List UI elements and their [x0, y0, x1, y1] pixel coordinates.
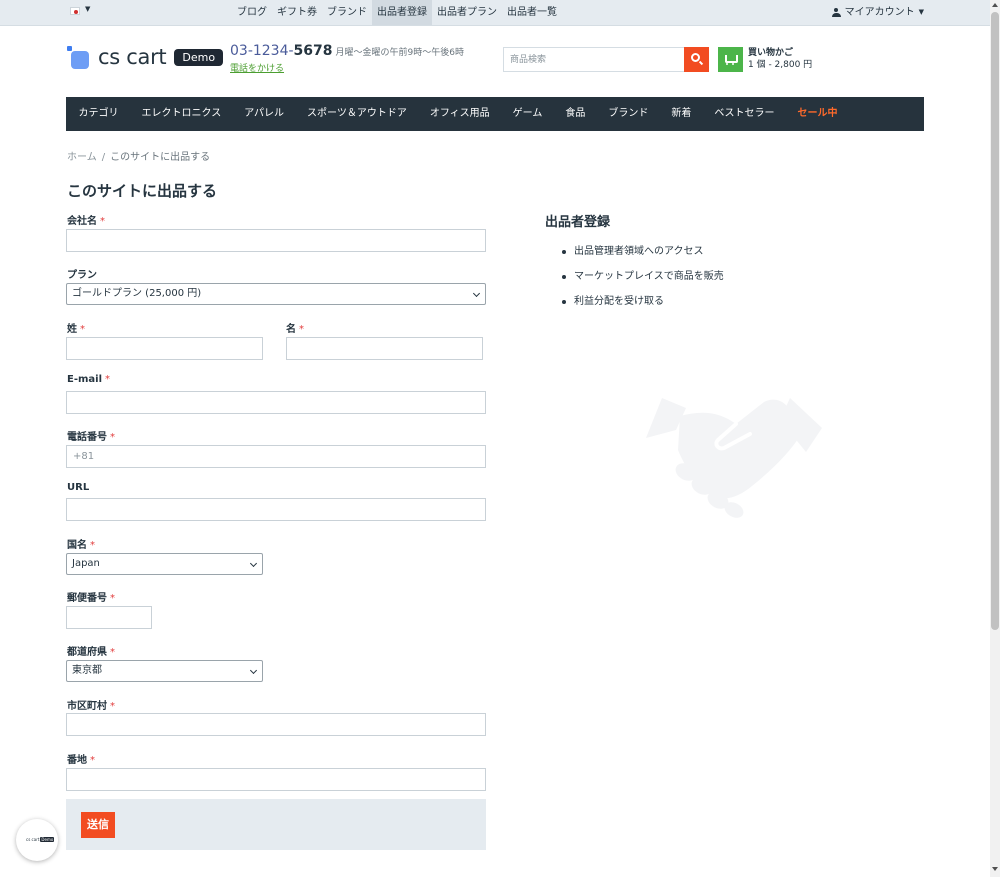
demo-badge: Demo [174, 48, 224, 66]
product-search [503, 47, 709, 72]
scroll-up-arrow-icon[interactable] [992, 3, 998, 7]
main-nav: カテゴリ エレクトロニクス アパレル スポーツ＆アウトドア オフィス用品 ゲーム… [66, 97, 924, 131]
submit-bar: 送信 [66, 799, 486, 850]
phone-label: 電話番号 * [67, 432, 115, 443]
my-account-label: マイアカウント [844, 7, 915, 18]
cart-widget[interactable]: 買い物かご 1 個 - 2,800 円 [718, 47, 812, 72]
plan-selected-value: ゴールドプラン (25,000 円) [72, 288, 202, 299]
lastname-label: 姓 * [67, 324, 85, 335]
breadcrumb-separator: / [101, 152, 106, 163]
search-button[interactable] [684, 47, 709, 72]
chevron-down-icon [249, 666, 258, 675]
top-nav-vendor-signup[interactable]: 出品者登録 [372, 0, 432, 25]
main-nav-sale[interactable]: セール中 [786, 97, 849, 131]
logo-text: cs cart [98, 45, 167, 69]
main-nav-office[interactable]: オフィス用品 [418, 97, 501, 131]
email-label: E-mail * [67, 374, 111, 385]
main-nav-bestsellers[interactable]: ベストセラー [703, 97, 786, 131]
main-nav-electronics[interactable]: エレクトロニクス [130, 97, 233, 131]
benefits-list: 出品管理者領域へのアクセス マーケットプレイスで商品を販売 利益分配を受け取る [562, 245, 724, 320]
business-hours: 月曜〜金曜の午前9時〜午後6時 [335, 48, 464, 58]
url-label: URL [67, 482, 90, 493]
top-bar: ▼ ブログ ギフト券 ブランド 出品者登録 出品者プラン 出品者一覧 マイアカウ… [0, 0, 990, 26]
zip-label: 郵便番号 * [67, 593, 115, 604]
submit-button[interactable]: 送信 [81, 812, 115, 838]
address-label: 番地 * [67, 755, 95, 766]
search-input[interactable] [503, 47, 684, 72]
top-nav-brands[interactable]: ブランド [322, 0, 372, 25]
country-selected-value: Japan [72, 558, 100, 569]
scroll-thumb[interactable] [991, 12, 999, 630]
state-selected-value: 東京都 [72, 665, 102, 676]
main-nav-apparel[interactable]: アパレル [233, 97, 296, 131]
list-item: 出品管理者領域へのアクセス [562, 245, 724, 270]
cart-title: 買い物かご [748, 48, 794, 58]
address-input[interactable] [66, 768, 486, 791]
url-input[interactable] [66, 498, 486, 521]
chevron-down-icon[interactable]: ▼ [85, 5, 90, 13]
country-label: 国名 * [67, 540, 95, 551]
top-nav-vendor-plans[interactable]: 出品者プラン [432, 0, 502, 25]
main-nav-food[interactable]: 食品 [554, 97, 597, 131]
cart-total: 1 個 - 2,800 円 [748, 60, 813, 70]
email-input[interactable] [66, 391, 486, 414]
lastname-input[interactable] [66, 337, 263, 360]
main-nav-games[interactable]: ゲーム [501, 97, 554, 131]
plan-label: プラン [67, 270, 97, 281]
cart-icon[interactable] [718, 47, 743, 72]
breadcrumb-current: このサイトに出品する [110, 152, 211, 163]
breadcrumb: ホーム / このサイトに出品する [67, 148, 210, 163]
main-nav-brands[interactable]: ブランド [597, 97, 660, 131]
top-nav-vendor-list[interactable]: 出品者一覧 [502, 0, 562, 25]
call-link[interactable]: 電話をかける [230, 61, 464, 74]
city-label: 市区町村 * [67, 701, 115, 712]
breadcrumb-home[interactable]: ホーム [67, 152, 97, 163]
main-nav-new[interactable]: 新着 [660, 97, 703, 131]
top-nav: ブログ ギフト券 ブランド 出品者登録 出品者プラン 出品者一覧 [232, 0, 562, 25]
firstname-input[interactable] [286, 337, 483, 360]
phone-number: 03-1234-5678 [230, 43, 333, 59]
phone-input[interactable] [66, 445, 486, 468]
chevron-down-icon: ▼ [918, 8, 924, 16]
chevron-down-icon [472, 289, 481, 298]
zip-input[interactable] [66, 606, 152, 629]
japan-flag-icon[interactable] [70, 7, 80, 15]
vendor-signup-title: 出品者登録 [545, 215, 611, 230]
my-account-menu[interactable]: マイアカウント ▼ [831, 0, 924, 25]
chevron-down-icon [249, 559, 258, 568]
widget-logo: cs cart Demo [26, 837, 55, 842]
demo-panel-widget[interactable]: cs cart Demo [16, 819, 58, 861]
user-icon [831, 8, 841, 17]
top-nav-gift-cards[interactable]: ギフト券 [272, 0, 322, 25]
scroll-down-arrow-icon[interactable] [992, 867, 998, 871]
handshake-icon [646, 398, 822, 518]
plan-select[interactable]: ゴールドプラン (25,000 円) [66, 283, 486, 305]
page-title: このサイトに出品する [67, 182, 218, 200]
page-scrollbar[interactable] [990, 0, 1000, 877]
company-label: 会社名 * [67, 216, 105, 227]
country-select[interactable]: Japan [66, 553, 263, 575]
main-nav-categories[interactable]: カテゴリ [67, 97, 130, 131]
main-nav-sports-outdoors[interactable]: スポーツ＆アウトドア [296, 97, 419, 131]
search-icon [691, 53, 700, 62]
store-logo[interactable]: cs cart Demo [66, 43, 224, 71]
contact-phone: 03-1234-5678 月曜〜金曜の午前9時〜午後6時 電話をかける [230, 43, 464, 74]
firstname-label: 名 * [286, 324, 304, 335]
cart-summary[interactable]: 買い物かご 1 個 - 2,800 円 [748, 47, 812, 72]
state-label: 都道府県 * [67, 647, 115, 658]
list-item: マーケットプレイスで商品を販売 [562, 270, 724, 295]
logo-mark-icon [66, 45, 92, 69]
city-input[interactable] [66, 713, 486, 736]
state-select[interactable]: 東京都 [66, 660, 263, 682]
list-item: 利益分配を受け取る [562, 295, 724, 320]
top-nav-blog[interactable]: ブログ [232, 0, 272, 25]
company-input[interactable] [66, 229, 486, 252]
